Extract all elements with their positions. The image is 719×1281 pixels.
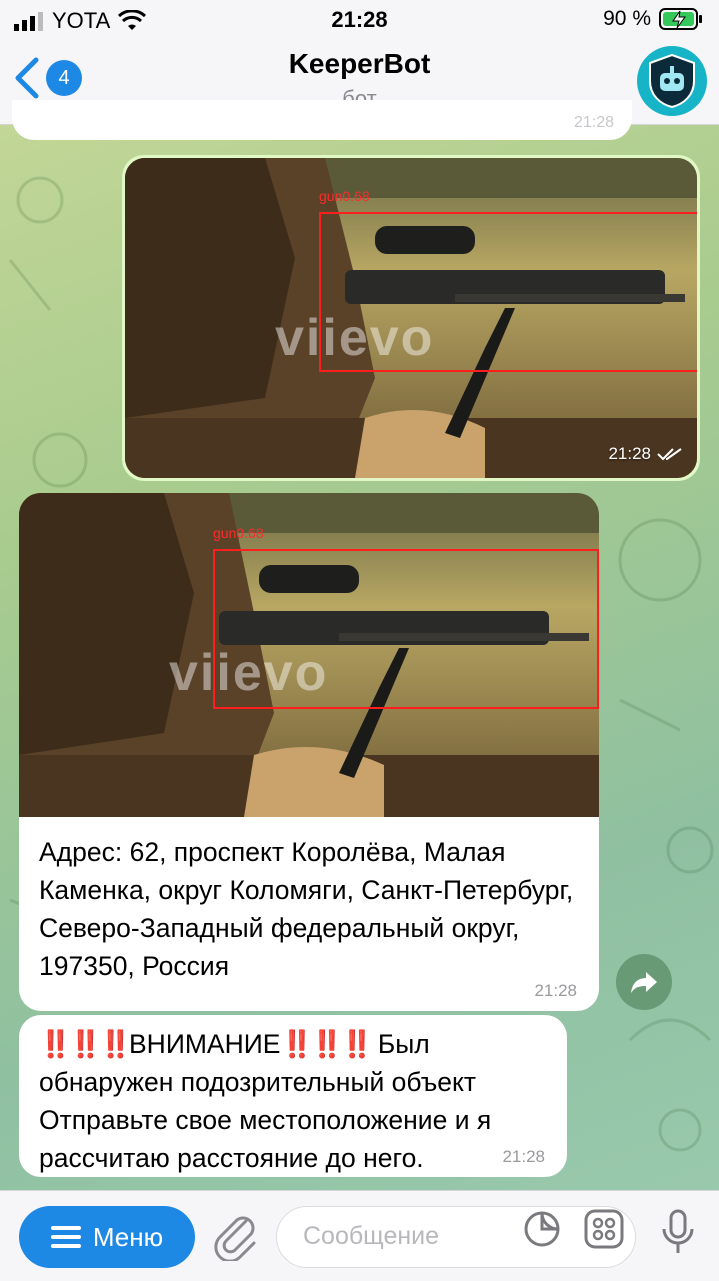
message-time: 21:28	[573, 114, 614, 131]
watermark: viievo	[275, 309, 435, 367]
bot-avatar[interactable]	[637, 46, 707, 116]
received-photo[interactable]: gun0.68 viievo	[19, 493, 599, 817]
alert-message[interactable]: ‼️‼️‼️ВНИМАНИЕ‼️‼️‼️ Был обнаружен подоз…	[19, 1015, 567, 1177]
paperclip-icon	[214, 1216, 256, 1263]
watermark: viievo	[169, 644, 329, 702]
grid-icon	[584, 1209, 624, 1249]
battery-percent: 90 %	[603, 7, 651, 30]
previous-message-bubble: 21:28	[12, 100, 632, 140]
share-arrow-icon	[631, 972, 657, 993]
detection-label: gun0.68	[319, 188, 370, 204]
alert-marks-right: ‼️‼️‼️	[280, 1029, 373, 1059]
chat-title[interactable]: KeeperBot	[0, 48, 719, 80]
bot-commands-button[interactable]	[584, 1209, 624, 1254]
received-photo-message[interactable]: gun0.68 viievo Адрес: 62, проспект Корол…	[19, 493, 599, 1011]
sent-photo-message[interactable]: gun0.68 viievo 21:28	[122, 155, 700, 481]
menu-button[interactable]: Меню	[19, 1206, 195, 1268]
alert-title: ВНИМАНИЕ	[129, 1029, 281, 1059]
sticker-icon	[524, 1211, 560, 1247]
shield-robot-icon	[649, 53, 695, 109]
alert-text: ‼️‼️‼️ВНИМАНИЕ‼️‼️‼️ Был обнаружен подоз…	[39, 1025, 551, 1177]
hamburger-icon	[50, 1226, 81, 1248]
status-right: 90 %	[603, 7, 703, 31]
alert-marks-left: ‼️‼️‼️	[39, 1029, 132, 1059]
address-caption: Адрес: 62, проспект Королёва, Малая Каме…	[39, 837, 574, 981]
attach-button[interactable]	[214, 1211, 258, 1266]
voice-button[interactable]	[660, 1209, 696, 1260]
status-bar: YOTA 21:28 90 %	[0, 0, 719, 40]
microphone-icon	[662, 1209, 694, 1253]
menu-label: Меню	[92, 1221, 164, 1252]
battery-charging-icon	[659, 8, 702, 30]
message-input[interactable]	[276, 1206, 636, 1268]
composer-bar: Меню	[0, 1190, 719, 1281]
double-check-icon	[657, 448, 682, 461]
forward-button[interactable]	[616, 954, 672, 1010]
message-time: 21:28	[608, 444, 651, 463]
sticker-button[interactable]	[522, 1209, 562, 1254]
sent-photo[interactable]: gun0.68 viievo 21:28	[125, 158, 697, 478]
message-time: 21:28	[502, 1147, 545, 1166]
message-time: 21:28	[534, 981, 577, 1000]
detection-label: gun0.68	[213, 525, 264, 541]
message-field[interactable]	[301, 1221, 525, 1252]
photo-timestamp: 21:28	[608, 444, 683, 464]
